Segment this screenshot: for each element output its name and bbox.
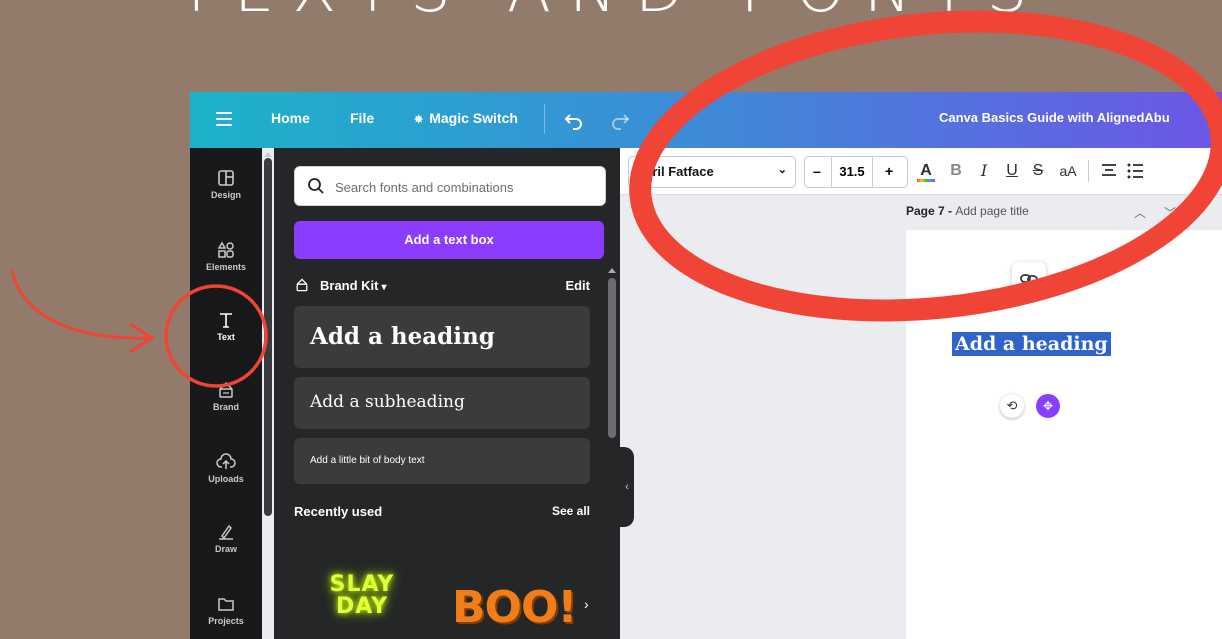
page-header: Page 7 - Add page title ︿ ﹀ (906, 204, 1222, 224)
color-bar-icon (917, 179, 935, 182)
move-handle-icon[interactable]: ✥ (1036, 394, 1060, 418)
rail-item-elements[interactable]: Elements (190, 240, 262, 272)
home-button[interactable]: Home (271, 110, 310, 126)
rotate-handle-icon[interactable]: ⟲ (1000, 394, 1024, 418)
top-bar: Home File ✵ Magic Switch Canva Basics Gui… (190, 92, 1222, 148)
magic-switch-label: Magic Switch (429, 110, 518, 126)
brand-kit-label: Brand Kit (320, 278, 379, 293)
design-page[interactable]: Add a heading ⟲ ✥ (906, 230, 1222, 639)
magic-switch-button[interactable]: ✵ Magic Switch (414, 110, 518, 126)
body-sample-text: Add a little bit of body text (310, 455, 425, 466)
page-separator: - (944, 204, 956, 218)
text-panel: Add a text box Brand Kit▾ Edit Add a hea… (274, 148, 620, 639)
panel-scrollbar[interactable] (608, 278, 616, 438)
search-input[interactable] (333, 167, 597, 207)
toolbar-divider (1088, 160, 1089, 182)
projects-icon (218, 598, 234, 611)
link-icon (1020, 274, 1038, 284)
brand-kit-dropdown[interactable]: Brand Kit ▾ (320, 278, 387, 293)
slay-text: SLAY (329, 572, 395, 597)
heading-sample-text: Add a heading (310, 323, 495, 350)
banner-title: TEXTS AND FONTS (0, 0, 1222, 22)
italic-button[interactable]: I (974, 156, 994, 186)
search-icon (308, 178, 324, 194)
add-heading-card[interactable]: Add a heading (294, 306, 590, 368)
recent-thumbnails: SLAY DAY BOO! › (294, 568, 604, 639)
day-text: DAY (335, 594, 389, 619)
rail-item-projects[interactable]: Projects (190, 594, 262, 626)
redo-icon[interactable] (610, 110, 630, 130)
see-all-link[interactable]: See all (552, 504, 590, 518)
chevron-down-icon: ⌄ (777, 164, 787, 176)
add-subheading-card[interactable]: Add a subheading (294, 377, 590, 429)
underline-button[interactable]: U (1002, 156, 1022, 186)
font-size-input[interactable]: 31.5 (831, 157, 873, 187)
text-color-button[interactable]: A (914, 156, 938, 186)
elements-icon (217, 241, 234, 258)
draw-icon (219, 524, 233, 540)
chevron-down-icon: ▾ (381, 282, 387, 293)
link-button[interactable] (1012, 262, 1046, 296)
left-rail: Design Elements Text Brand Uploads Draw … (190, 148, 262, 639)
selected-heading-text[interactable]: Add a heading (952, 332, 1111, 356)
document-title[interactable]: Canva Basics Guide with AlignedAbu (939, 110, 1170, 125)
page-number: Page 7 (906, 204, 945, 218)
list-icon[interactable] (1126, 162, 1144, 180)
recently-used-header: Recently used See all (294, 504, 590, 519)
font-family-dropdown[interactable]: Abril Fatface ⌄ (628, 156, 796, 188)
recently-used-label: Recently used (294, 504, 383, 519)
design-icon (218, 170, 234, 186)
menu-icon[interactable] (216, 112, 232, 126)
panel-scroll-up-icon[interactable] (608, 268, 616, 273)
rail-label-draw: Draw (214, 544, 237, 554)
font-family-value: Abril Fatface (635, 164, 714, 179)
page-title-input[interactable]: Add page title (955, 204, 1028, 218)
subheading-sample-text: Add a subheading (310, 392, 465, 412)
brand-kit-icon (296, 278, 308, 292)
scroll-up-arrow-icon[interactable] (264, 152, 272, 157)
rail-label-uploads: Uploads (208, 474, 244, 484)
text-toolbar: Abril Fatface ⌄ – 31.5 + A B I U S aA (620, 148, 1222, 195)
chevron-right-icon[interactable]: › (584, 596, 589, 612)
undo-icon[interactable] (564, 110, 584, 130)
canva-editor-window: Home File ✵ Magic Switch Canva Basics Gui… (190, 92, 1222, 639)
brand-kit-row: Brand Kit ▾ Edit (294, 275, 590, 297)
rail-label-design: Design (210, 190, 241, 200)
bold-button[interactable]: B (946, 156, 966, 186)
strikethrough-button[interactable]: S (1028, 156, 1048, 186)
add-body-text-card[interactable]: Add a little bit of body text (294, 438, 590, 484)
uploads-icon (216, 453, 236, 469)
rail-item-design[interactable]: Design (190, 168, 262, 200)
add-text-box-button[interactable]: Add a text box (294, 221, 604, 259)
collapse-panel-button[interactable]: ‹ (620, 447, 634, 527)
rail-label-projects: Projects (208, 616, 244, 626)
chevron-down-icon[interactable]: ﹀ (1164, 204, 1176, 221)
align-center-icon[interactable] (1100, 162, 1118, 180)
file-menu-button[interactable]: File (350, 110, 374, 126)
letter-case-button[interactable]: aA (1056, 156, 1080, 186)
text-color-letter: A (920, 162, 932, 179)
boo-template[interactable]: BOO! (452, 572, 582, 639)
chevron-up-icon[interactable]: ︿ (1134, 204, 1146, 221)
edit-brand-kit-link[interactable]: Edit (565, 278, 590, 293)
slay-day-template[interactable]: SLAY DAY (302, 574, 422, 639)
rail-item-uploads[interactable]: Uploads (190, 452, 262, 484)
rail-item-draw[interactable]: Draw (190, 522, 262, 554)
rail-label-elements: Elements (205, 262, 247, 272)
font-size-control: – 31.5 + (804, 156, 908, 188)
rail-label-brand: Brand (212, 402, 239, 412)
increase-font-size-button[interactable]: + (885, 163, 893, 179)
annotation-circle (164, 284, 268, 388)
search-box[interactable] (294, 166, 606, 207)
divider (544, 104, 545, 134)
sparkle-icon: ✵ (414, 114, 424, 126)
decrease-font-size-button[interactable]: – (813, 163, 821, 179)
